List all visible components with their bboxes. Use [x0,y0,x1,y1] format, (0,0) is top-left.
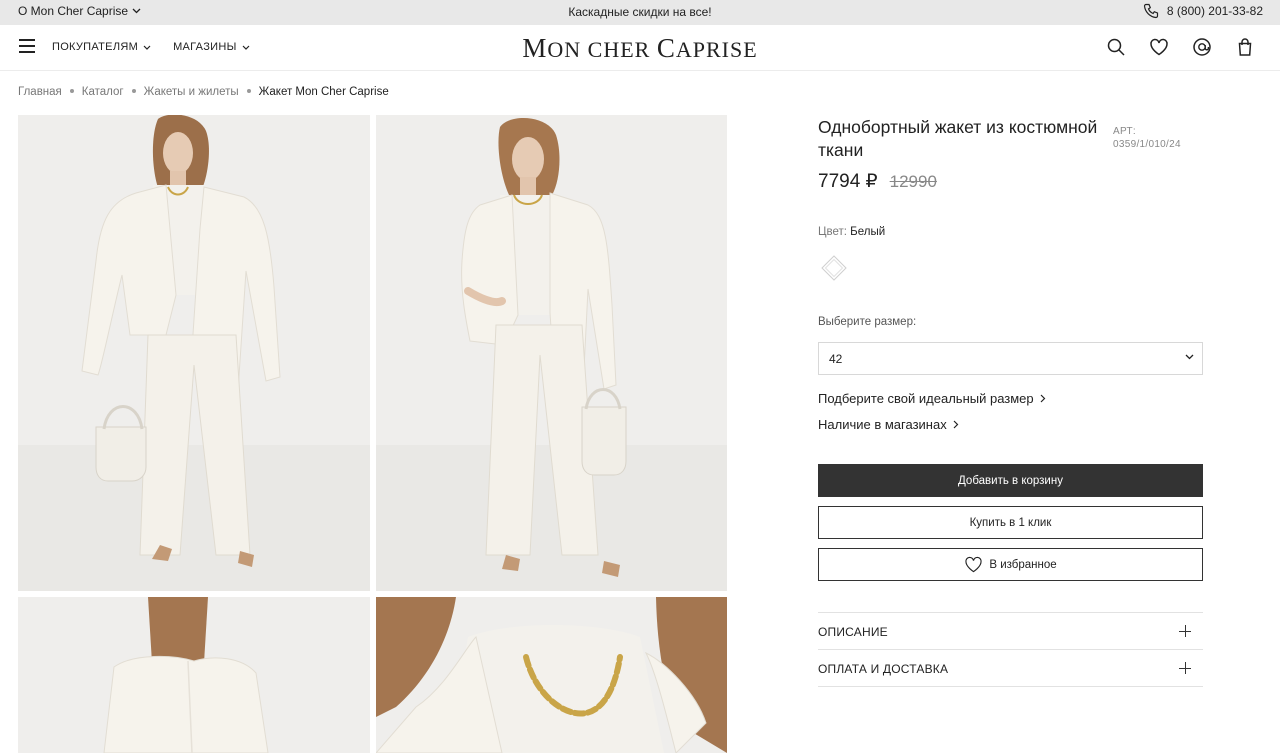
add-to-favorites-button[interactable]: В избранное [818,548,1203,581]
heart-icon [965,556,982,573]
color-value: Белый [850,226,886,238]
product-title: Однобортный жакет из костюмной ткани [818,117,1098,160]
heart-icon[interactable] [1149,37,1169,57]
color-label: Цвет: Белый [818,226,886,238]
product-photo-back[interactable] [18,597,370,753]
chevron-right-icon [953,420,959,429]
size-label: Выберите размер: [818,316,917,328]
product-article: АРТ: 0359/1/010/24 [1113,125,1181,151]
account-icon[interactable] [1192,37,1212,57]
site-header: ПОКУПАТЕЛЯМ МАГАЗИНЫ MON CHER CAPRISE [0,25,1280,71]
color-swatch-white[interactable] [821,255,847,281]
header-icons [1106,37,1255,57]
search-icon[interactable] [1106,37,1126,57]
accordion-title: ОПИСАНИЕ [818,625,888,639]
article-label: АРТ: [1113,126,1136,137]
product-photo-front[interactable] [18,115,370,591]
store-availability-link[interactable]: Наличие в магазинах [818,417,959,432]
size-guide-link[interactable]: Подберите свой идеальный размер [818,391,1046,406]
chevron-right-icon [1040,394,1046,403]
price-current: 7794 ₽ [818,171,878,192]
bag-icon[interactable] [1235,37,1255,57]
breadcrumb-separator [246,89,251,93]
size-value: 42 [829,352,843,366]
price-old: 12990 [889,172,937,191]
plus-icon [1179,662,1191,674]
chevron-down-icon [1185,354,1194,360]
divider [818,686,1203,687]
phone-icon [1143,3,1159,19]
phone-number: 8 (800) 201-33-82 [1166,4,1263,18]
product-price: 7794 ₽ 12990 [818,170,937,193]
size-select[interactable]: 42 [818,342,1203,375]
promo-text: Каскадные скидки на все! [568,5,712,19]
accordion-title: ОПЛАТА И ДОСТАВКА [818,662,949,676]
phone-link[interactable]: 8 (800) 201-33-82 [1143,3,1263,19]
breadcrumb-category[interactable]: Жакеты и жилеты [144,86,239,98]
product-photo-detail[interactable] [376,597,727,753]
top-promo-bar: О Mon Cher Caprise Каскадные скидки на в… [0,0,1280,25]
add-to-cart-button[interactable]: Добавить в корзину [818,464,1203,497]
product-photo-pose[interactable] [376,115,727,591]
breadcrumb-current: Жакет Mon Cher Caprise [258,86,389,98]
article-value: 0359/1/010/24 [1113,139,1181,150]
breadcrumb-catalog[interactable]: Каталог [82,86,124,98]
breadcrumb: Главная Каталог Жакеты и жилеты Жакет Mo… [18,86,389,98]
accordion-description[interactable]: ОПИСАНИЕ [818,612,1203,649]
accordion-payment-delivery[interactable]: ОПЛАТА И ДОСТАВКА [818,649,1203,686]
plus-icon [1179,625,1191,637]
breadcrumb-home[interactable]: Главная [18,86,62,98]
breadcrumb-separator [69,89,74,93]
breadcrumb-separator [131,89,136,93]
buy-one-click-button[interactable]: Купить в 1 клик [818,506,1203,539]
brand-logo[interactable]: MON CHER CAPRISE [0,33,1280,64]
